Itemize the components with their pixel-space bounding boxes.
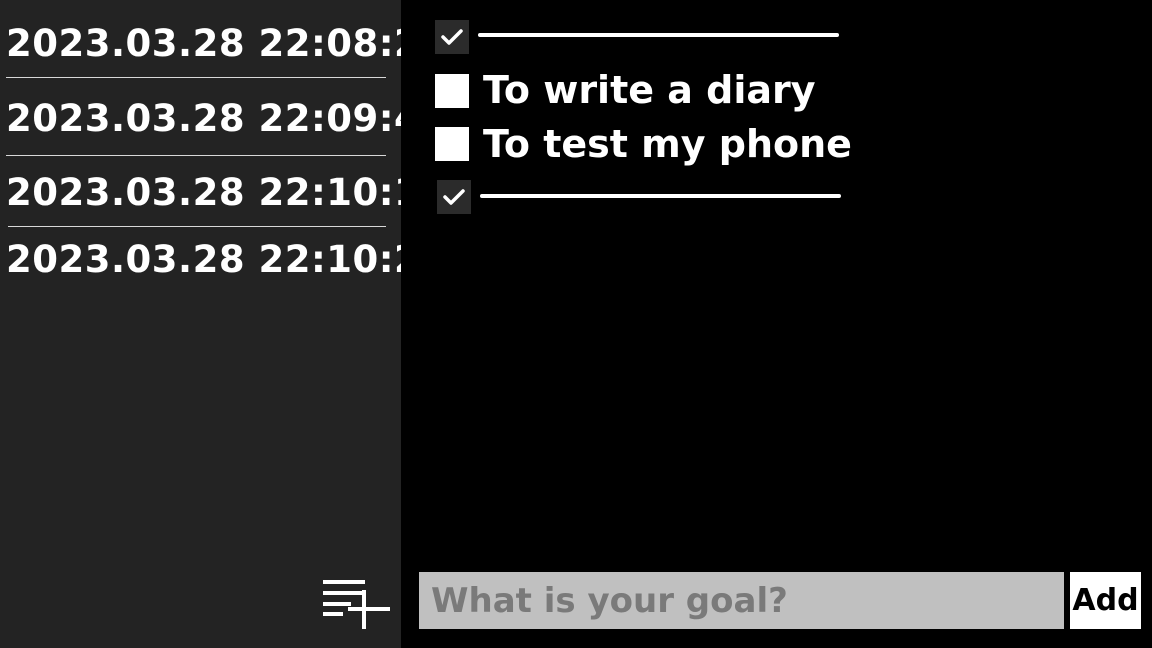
main-panel: To write a diary To test my phone Add xyxy=(401,0,1152,648)
checkmark-icon xyxy=(443,189,465,205)
date-list-item[interactable]: 2023.03.28 22:08:21 xyxy=(6,22,446,66)
date-list-item[interactable]: 2023.03.28 22:10:21 xyxy=(6,238,446,282)
todo-checkbox[interactable] xyxy=(435,20,469,54)
todo-checkbox[interactable] xyxy=(435,127,469,161)
date-list-item[interactable]: 2023.03.28 22:09:43 xyxy=(6,97,446,141)
todo-item: To write a diary xyxy=(435,68,895,112)
strike-line xyxy=(480,194,841,198)
sidebar: 2023.03.28 22:08:21 2023.03.28 22:09:43 … xyxy=(0,0,446,648)
todo-item xyxy=(435,20,895,60)
playlist-add-icon xyxy=(323,580,390,629)
strike-line xyxy=(478,33,839,37)
todo-checkbox[interactable] xyxy=(437,180,471,214)
todo-item: To test my phone xyxy=(435,122,895,167)
goal-input[interactable] xyxy=(419,572,1064,629)
todo-app: 2023.03.28 22:08:21 2023.03.28 22:09:43 … xyxy=(0,0,1152,648)
checkmark-icon xyxy=(441,29,463,45)
divider xyxy=(8,226,386,227)
todo-item xyxy=(437,180,897,220)
add-list-button[interactable] xyxy=(320,576,394,632)
add-button[interactable]: Add xyxy=(1070,572,1141,629)
todo-text: To test my phone xyxy=(483,122,852,166)
todo-checkbox[interactable] xyxy=(435,74,469,108)
divider xyxy=(6,155,386,156)
date-list-item[interactable]: 2023.03.28 22:10:19 xyxy=(6,171,446,215)
divider xyxy=(6,77,386,78)
todo-text: To write a diary xyxy=(483,68,816,112)
